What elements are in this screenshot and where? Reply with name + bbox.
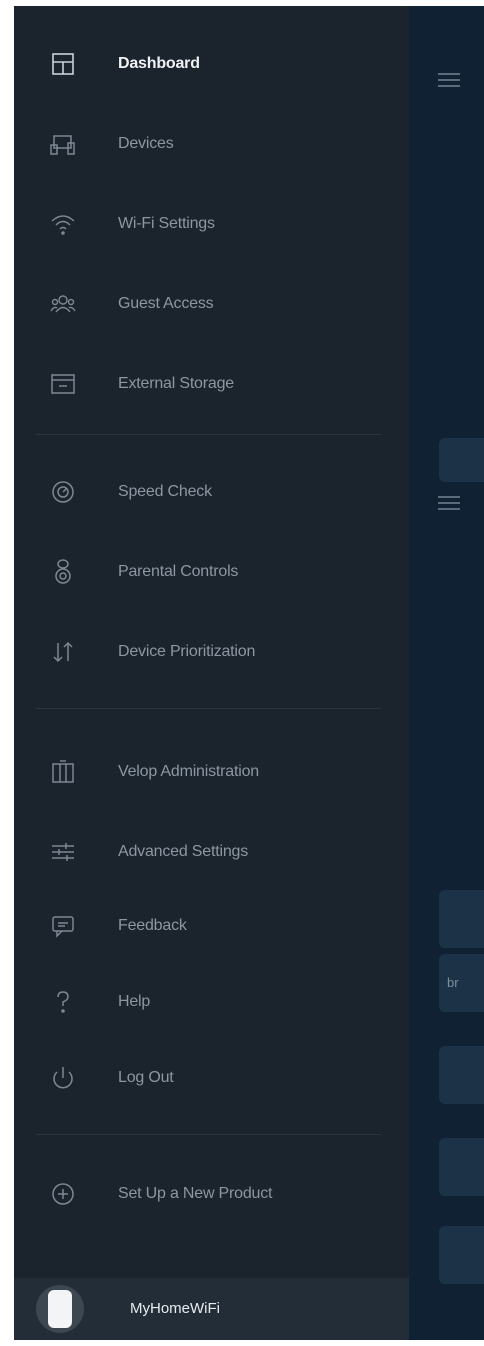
background-card-text[interactable]: br (439, 954, 484, 1012)
speed-check-icon (50, 479, 76, 505)
prioritization-icon (50, 639, 76, 665)
nav-item-external-storage[interactable]: External Storage (14, 354, 409, 414)
nav-label: Speed Check (118, 483, 212, 500)
feedback-icon (50, 913, 76, 939)
nav-item-device-prioritization[interactable]: Device Prioritization (14, 622, 409, 682)
nav-label: External Storage (118, 375, 234, 392)
nav-label: Feedback (118, 917, 187, 934)
nav-item-set-up-new-product[interactable]: Set Up a New Product (14, 1164, 409, 1224)
nav-label: Device Prioritization (118, 643, 256, 660)
nav-label: Advanced Settings (118, 843, 249, 860)
nav-item-speed-check[interactable]: Speed Check (14, 462, 409, 522)
navigation-drawer: Dashboard Devices Wi-Fi Settings Guest A… (14, 6, 409, 1340)
nav-item-feedback[interactable]: Feedback (14, 896, 409, 956)
storage-icon (50, 371, 76, 397)
nav-item-velop-administration[interactable]: Velop Administration (14, 742, 409, 802)
background-card (439, 438, 484, 482)
section-divider (36, 1134, 381, 1135)
power-icon (50, 1065, 76, 1091)
guest-access-icon (50, 291, 76, 317)
nav-label: Velop Administration (118, 763, 259, 780)
nav-item-help[interactable]: Help (14, 972, 409, 1032)
nav-item-parental-controls[interactable]: Parental Controls (14, 542, 409, 602)
nav-item-log-out[interactable]: Log Out (14, 1048, 409, 1108)
background-card-guest[interactable] (439, 1046, 484, 1104)
nav-item-advanced-settings[interactable]: Advanced Settings (14, 822, 409, 882)
wifi-icon (50, 211, 76, 237)
menu-icon[interactable] (438, 73, 460, 87)
advanced-settings-icon (50, 839, 76, 865)
dashboard-icon (50, 51, 76, 77)
network-footer[interactable]: MyHomeWiFi (14, 1278, 409, 1340)
app-window: br Dashboard Devices Wi-Fi Settings Gues… (14, 6, 484, 1340)
nav-item-guest-access[interactable]: Guest Access (14, 274, 409, 334)
nav-label: Parental Controls (118, 563, 239, 580)
background-card-controls[interactable] (439, 1138, 484, 1196)
parental-controls-icon (50, 559, 76, 585)
nav-label: Devices (118, 135, 174, 152)
nav-label: Wi-Fi Settings (118, 215, 215, 232)
devices-icon (50, 131, 76, 157)
nav-item-wifi-settings[interactable]: Wi-Fi Settings (14, 194, 409, 254)
background-card-wifi[interactable] (439, 890, 484, 948)
nav-label: Log Out (118, 1069, 174, 1086)
add-circle-icon (50, 1181, 76, 1207)
node-icon (36, 1285, 84, 1333)
nav-item-devices[interactable]: Devices (14, 114, 409, 174)
nav-label: Set Up a New Product (118, 1185, 273, 1202)
section-divider (36, 708, 381, 709)
section-divider (36, 434, 381, 435)
nav-label: Help (118, 993, 151, 1010)
nav-item-dashboard[interactable]: Dashboard (14, 34, 409, 94)
nav-label: Dashboard (118, 55, 200, 72)
nav-label: Guest Access (118, 295, 214, 312)
network-name: MyHomeWiFi (130, 1300, 220, 1317)
administration-icon (50, 759, 76, 785)
menu-icon-secondary (438, 496, 460, 510)
background-card-priority[interactable] (439, 1226, 484, 1284)
help-icon (50, 989, 76, 1015)
